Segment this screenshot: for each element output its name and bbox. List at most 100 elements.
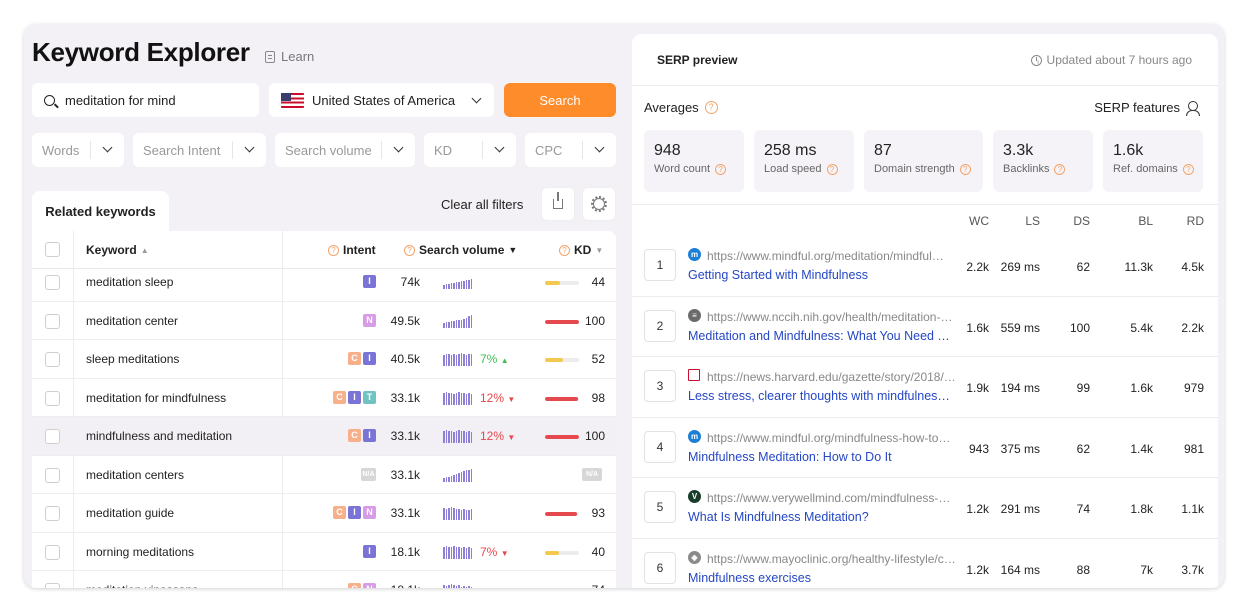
sort-icon: ▲ bbox=[140, 245, 149, 255]
learn-link[interactable]: Learn bbox=[265, 49, 314, 64]
filter-search-intent[interactable]: Search Intent bbox=[133, 133, 266, 167]
result-title-link[interactable]: Mindfulness Meditation: How to Do It bbox=[688, 450, 954, 464]
table-row[interactable]: sleep meditations C I 40.5k 7% ▲ 52 bbox=[32, 340, 616, 379]
help-icon[interactable]: ? bbox=[959, 163, 971, 175]
table-row[interactable]: meditation for mindfulness C I T 33.1k 12% ▼ 9… bbox=[32, 379, 616, 417]
result-url[interactable]: https://www.nccih.nih.gov/health/meditat… bbox=[707, 310, 957, 324]
keyword-link[interactable]: mindfulness and meditation bbox=[86, 429, 232, 443]
kd-value: 100 bbox=[584, 313, 605, 328]
keyword-link[interactable]: meditation vipassana bbox=[86, 583, 199, 588]
settings-button[interactable] bbox=[582, 187, 616, 221]
search-volume: 18.1k bbox=[390, 544, 420, 559]
keyword-link[interactable]: meditation centers bbox=[86, 468, 184, 482]
table-row[interactable]: mindfulness and meditation C I 33.1k 12% ▼ 10… bbox=[32, 417, 616, 456]
kd-column-header[interactable]: ? KD ▼ bbox=[559, 243, 603, 257]
row-checkbox[interactable] bbox=[45, 390, 60, 406]
country-select[interactable]: United States of America bbox=[269, 83, 494, 117]
intent-badge: C bbox=[348, 583, 361, 588]
intent-column-header[interactable]: ? Intent bbox=[328, 243, 376, 257]
spark-bar bbox=[450, 546, 452, 559]
filter-cpc[interactable]: CPC bbox=[525, 133, 616, 167]
tab-related-keywords[interactable]: Related keywords bbox=[32, 191, 169, 231]
stat-value: 1.6k bbox=[1113, 142, 1144, 159]
table-row[interactable]: meditation sleep I 74k 44 bbox=[32, 263, 616, 302]
result-title-link[interactable]: Getting Started with Mindfulness bbox=[688, 268, 954, 282]
stat-label-row: Domain strength? bbox=[874, 163, 983, 175]
keyword-column-header[interactable]: Keyword ▲ bbox=[86, 243, 149, 257]
row-checkbox[interactable] bbox=[45, 506, 60, 521]
serp-column-rd[interactable]: RD bbox=[1164, 214, 1204, 228]
result-url[interactable]: https://news.harvard.edu/gazette/story/2… bbox=[707, 370, 957, 384]
filter-words[interactable]: Words bbox=[32, 133, 124, 167]
keyword-link[interactable]: morning meditations bbox=[86, 545, 194, 559]
spark-bar bbox=[470, 587, 472, 588]
keyword-link[interactable]: sleep meditations bbox=[86, 352, 179, 366]
help-icon[interactable]: ? bbox=[826, 163, 838, 175]
keyword-link[interactable]: meditation sleep bbox=[86, 275, 173, 289]
spark-bar bbox=[460, 319, 462, 328]
serp-features-button[interactable]: SERP features bbox=[1094, 100, 1200, 116]
spark-bar bbox=[455, 431, 457, 443]
row-checkbox[interactable] bbox=[45, 583, 60, 588]
result-url[interactable]: https://www.mindful.org/mindfulness-how-… bbox=[707, 431, 957, 445]
result-title-link[interactable]: Mindfulness exercises bbox=[688, 571, 954, 585]
select-all-checkbox[interactable] bbox=[45, 242, 60, 257]
volume-column-header[interactable]: ? Search volume ▼ bbox=[404, 243, 517, 257]
keyword-link[interactable]: meditation center bbox=[86, 314, 178, 328]
serp-column-bl[interactable]: BL bbox=[1113, 214, 1153, 228]
result-url[interactable]: https://www.verywellmind.com/mindfulness… bbox=[707, 491, 957, 505]
spark-bar bbox=[458, 585, 460, 588]
spark-bar bbox=[455, 392, 457, 405]
table-row[interactable]: meditation vipassana CN18.1k 74 bbox=[32, 571, 616, 588]
spark-bar bbox=[465, 355, 467, 366]
search-button[interactable]: Search bbox=[504, 83, 616, 117]
result-title-link[interactable]: Less stress, clearer thoughts with mindf… bbox=[688, 389, 954, 403]
spark-bar bbox=[465, 510, 467, 520]
table-row[interactable]: meditation guide C I N 33.1k 93 bbox=[32, 494, 616, 533]
spark-bar bbox=[458, 472, 460, 482]
keyword-link[interactable]: meditation for mindfulness bbox=[86, 391, 226, 405]
metric-bl: 11.3k bbox=[1124, 260, 1153, 274]
clock-icon bbox=[1030, 54, 1042, 66]
table-row[interactable]: meditation centers N/A 33.1k N/A bbox=[32, 456, 616, 494]
help-icon[interactable]: ? bbox=[704, 101, 718, 114]
keywords-table: Keyword ▲ ? Intent ? Search volume ▼ ? K… bbox=[32, 231, 616, 588]
row-checkbox[interactable] bbox=[45, 544, 60, 560]
search-input[interactable]: meditation for mind bbox=[32, 83, 259, 117]
spark-bar bbox=[463, 546, 465, 559]
row-checkbox[interactable] bbox=[45, 313, 60, 329]
serp-panel: SERP preview Updated about 7 hours ago A… bbox=[632, 34, 1218, 588]
table-row[interactable]: morning meditations I 18.1k 7% ▼ 40 bbox=[32, 533, 616, 571]
row-checkbox[interactable] bbox=[45, 467, 60, 483]
filter-label: Search volume bbox=[285, 142, 372, 158]
help-icon[interactable]: ? bbox=[715, 163, 727, 175]
export-button[interactable] bbox=[541, 187, 575, 221]
metric-wc: 1.9k bbox=[966, 381, 989, 395]
gear-icon bbox=[591, 196, 607, 212]
metric-ls: 194 ms bbox=[1000, 381, 1040, 395]
spark-bar bbox=[445, 545, 447, 559]
row-checkbox[interactable] bbox=[45, 352, 60, 367]
result-title-link[interactable]: Meditation and Mindfulness: What You Nee… bbox=[688, 329, 954, 343]
row-checkbox[interactable] bbox=[45, 275, 60, 290]
spark-bar bbox=[450, 584, 452, 588]
result-title-link[interactable]: What Is Mindfulness Meditation? bbox=[688, 510, 954, 524]
help-icon[interactable]: ? bbox=[1182, 163, 1194, 175]
keyword-link[interactable]: meditation guide bbox=[86, 506, 174, 520]
table-row[interactable]: meditation center N 49.5k 100 bbox=[32, 302, 616, 340]
serp-column-ls[interactable]: LS bbox=[1000, 214, 1040, 228]
filter-search-volume[interactable]: Search volume bbox=[275, 133, 415, 167]
row-checkbox[interactable] bbox=[45, 429, 60, 444]
divider bbox=[582, 141, 583, 159]
trend-change: 12% ▼ bbox=[480, 391, 515, 405]
clear-filters-button[interactable]: Clear all filters bbox=[441, 197, 523, 212]
spark-bar bbox=[443, 508, 445, 520]
result-url[interactable]: https://www.mindful.org/meditation/mindf… bbox=[707, 249, 957, 263]
filter-label: KD bbox=[434, 142, 453, 158]
filter-kd[interactable]: KD bbox=[424, 133, 516, 167]
serp-column-wc[interactable]: WC bbox=[949, 214, 989, 228]
spark-bar bbox=[463, 470, 465, 482]
help-icon[interactable]: ? bbox=[1054, 163, 1066, 175]
serp-column-ds[interactable]: DS bbox=[1050, 214, 1090, 228]
result-url[interactable]: https://www.mayoclinic.org/healthy-lifes… bbox=[707, 552, 957, 566]
